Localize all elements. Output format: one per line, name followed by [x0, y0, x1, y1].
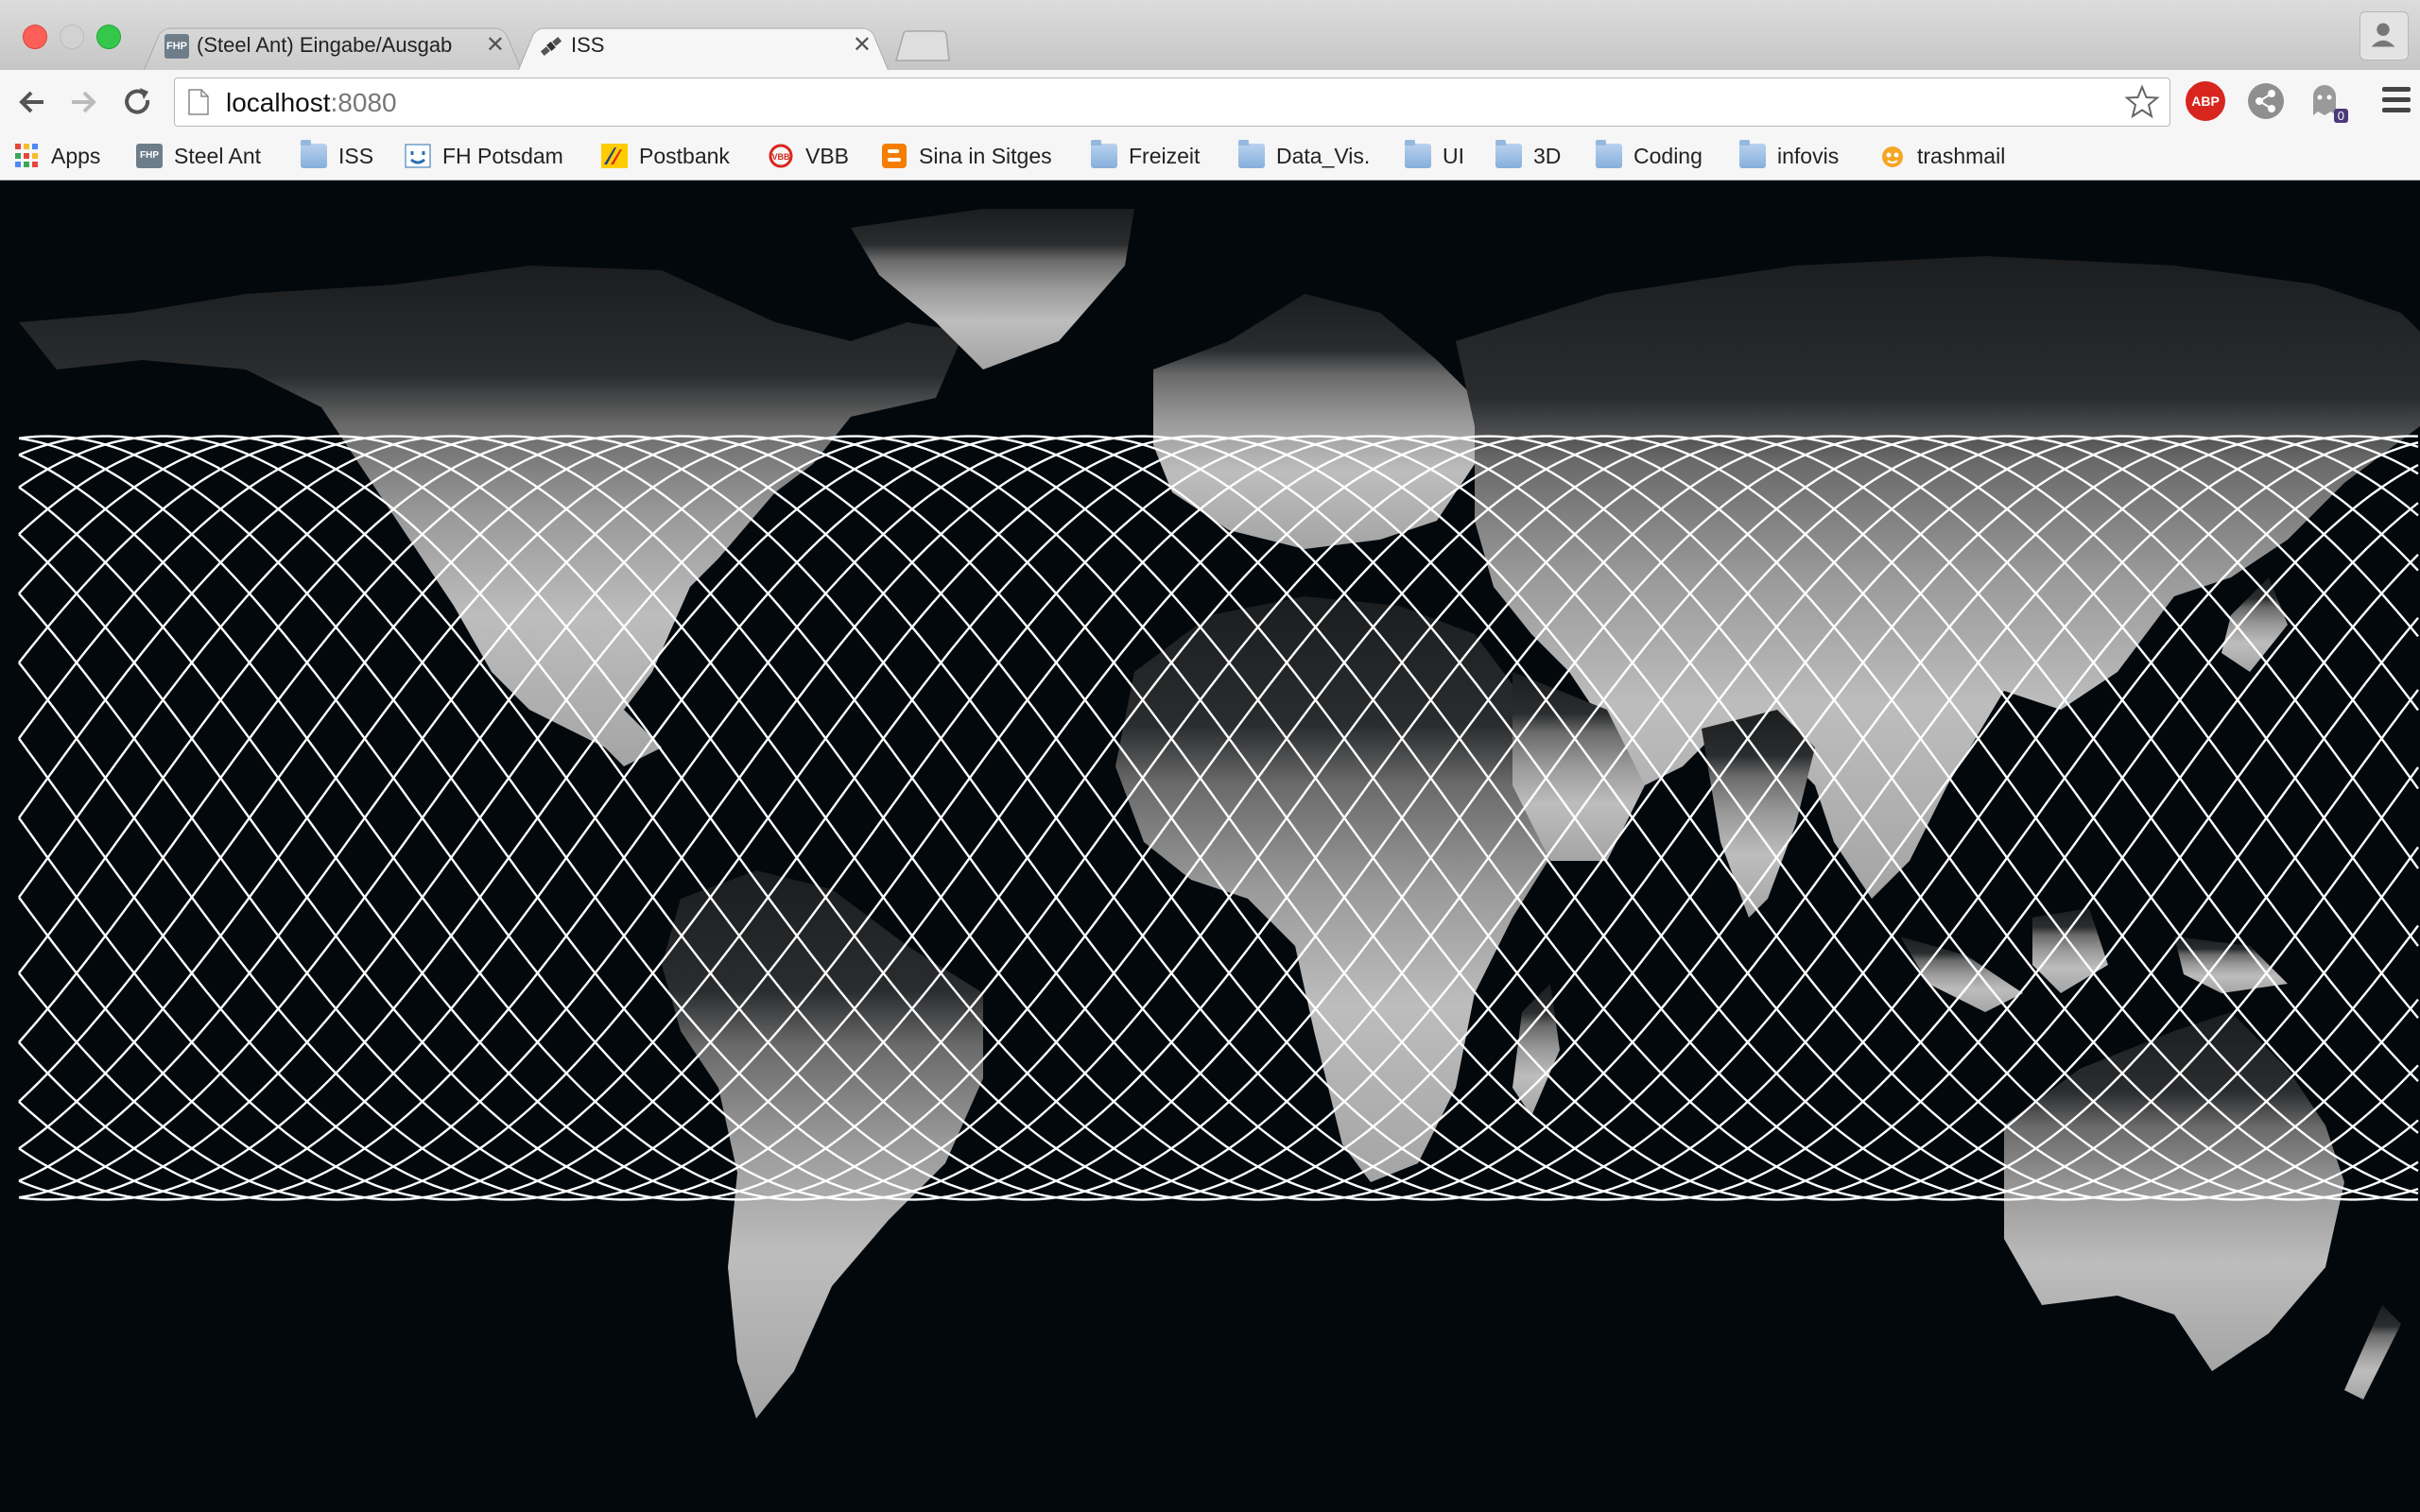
apps-grid-icon: [15, 144, 40, 168]
bookmark-steel-ant[interactable]: FHP Steel Ant: [136, 140, 261, 172]
close-tab-icon[interactable]: ✕: [853, 31, 872, 59]
fh-potsdam-icon: [405, 144, 431, 168]
close-tab-icon[interactable]: ✕: [486, 31, 505, 59]
ghostery-icon[interactable]: 0: [2305, 81, 2348, 123]
bookmark-label: FH Potsdam: [442, 143, 563, 168]
address-bar[interactable]: localhost:8080: [174, 77, 2170, 127]
bookmark-label: Data_Vis.: [1276, 143, 1371, 168]
bookmark-folder-data-vis[interactable]: Data_Vis.: [1238, 140, 1370, 172]
adblock-plus-icon[interactable]: ABP: [2186, 81, 2225, 121]
bookmark-star-icon[interactable]: [2124, 84, 2160, 120]
japan-landmass: [2221, 577, 2288, 672]
bookmark-folder-3d[interactable]: 3D: [1495, 140, 1561, 172]
bookmark-apps[interactable]: Apps: [15, 140, 100, 172]
tab-iss[interactable]: ISS ✕: [518, 23, 889, 70]
tab-title: (Steel Ant) Eingabe/Ausgab: [197, 33, 453, 57]
forward-arrow-icon[interactable]: [66, 85, 100, 119]
trashmail-icon: [1882, 146, 1903, 167]
continents: [19, 209, 2420, 1418]
vbb-icon: VBB: [769, 144, 793, 168]
borneo-landmass: [2032, 908, 2108, 993]
folder-icon: [1495, 140, 1522, 168]
browser-toolbar: localhost:8080 ABP 0: [0, 70, 2420, 132]
bookmarks-bar: Apps FHP Steel Ant ISS FH Potsdam Postba…: [0, 132, 2420, 180]
folder-icon: [1739, 140, 1766, 168]
bookmark-folder-freizeit[interactable]: Freizeit: [1091, 140, 1200, 172]
bookmark-label: Steel Ant: [174, 143, 262, 168]
svg-text:VBB: VBB: [771, 152, 790, 162]
minimize-window-button[interactable]: [60, 25, 84, 49]
bookmark-folder-infovis[interactable]: infovis: [1739, 140, 1839, 172]
north-america-landmass: [19, 266, 964, 766]
bookmark-label: Sina in Sitges: [919, 143, 1052, 168]
folder-icon: [1091, 140, 1117, 168]
url-text: localhost:8080: [226, 88, 397, 117]
folder-icon: [301, 140, 327, 168]
folder-icon: [1238, 140, 1265, 168]
bookmark-label: VBB: [805, 143, 850, 168]
zoom-window-button[interactable]: [96, 25, 121, 49]
share-extension-icon[interactable]: [2246, 81, 2286, 121]
bookmark-label: trashmail: [1917, 143, 2006, 168]
bookmark-label: ISS: [338, 143, 374, 168]
tab-strip: FHP (Steel Ant) Eingabe/Ausgab ✕ ISS ✕: [0, 0, 2420, 70]
bookmark-postbank[interactable]: Postbank: [601, 140, 730, 172]
bookmark-sina-in-sitges[interactable]: Sina in Sitges: [881, 140, 1052, 172]
bookmark-label: infovis: [1777, 143, 1840, 168]
blogger-icon: [882, 144, 907, 168]
folder-icon: [1596, 140, 1622, 168]
new-tab-button[interactable]: [892, 30, 951, 62]
profile-avatar-button[interactable]: [2360, 11, 2409, 60]
iss-visualization-canvas[interactable]: [0, 180, 2420, 1512]
bookmark-label: 3D: [1533, 143, 1562, 168]
tab-steel-ant[interactable]: FHP (Steel Ant) Eingabe/Ausgab ✕: [144, 23, 522, 70]
bookmark-label: Apps: [51, 143, 101, 168]
bookmark-label: Postbank: [639, 143, 730, 168]
folder-icon: [1405, 140, 1431, 168]
fhp-icon: FHP: [164, 34, 189, 59]
bookmark-label: Freizeit: [1129, 143, 1201, 168]
satellite-icon: [540, 36, 562, 57]
page-icon: [188, 89, 209, 115]
bookmark-fh-potsdam[interactable]: FH Potsdam: [405, 140, 563, 172]
extension-badge: 0: [2333, 109, 2348, 123]
bookmark-folder-ui[interactable]: UI: [1405, 140, 1464, 172]
world-map: [18, 209, 2420, 1418]
back-arrow-icon[interactable]: [15, 85, 49, 119]
close-window-button[interactable]: [23, 25, 47, 49]
menu-icon[interactable]: [2382, 87, 2411, 115]
bookmark-label: UI: [1443, 143, 1464, 168]
new-zealand-landmass: [2344, 1305, 2401, 1400]
tab-title: ISS: [571, 33, 605, 57]
bookmark-folder-iss[interactable]: ISS: [301, 140, 373, 172]
reload-icon[interactable]: [121, 85, 155, 119]
bookmark-vbb[interactable]: VBB VBB: [768, 140, 849, 172]
madagascar-landmass: [1512, 984, 1560, 1116]
postbank-icon: [601, 144, 628, 168]
bookmark-folder-coding[interactable]: Coding: [1596, 140, 1703, 172]
person-icon: [2371, 23, 2395, 47]
fhp-icon: FHP: [136, 144, 163, 168]
bookmark-label: Coding: [1634, 143, 1703, 168]
bookmark-trashmail[interactable]: trashmail: [1879, 140, 2005, 172]
